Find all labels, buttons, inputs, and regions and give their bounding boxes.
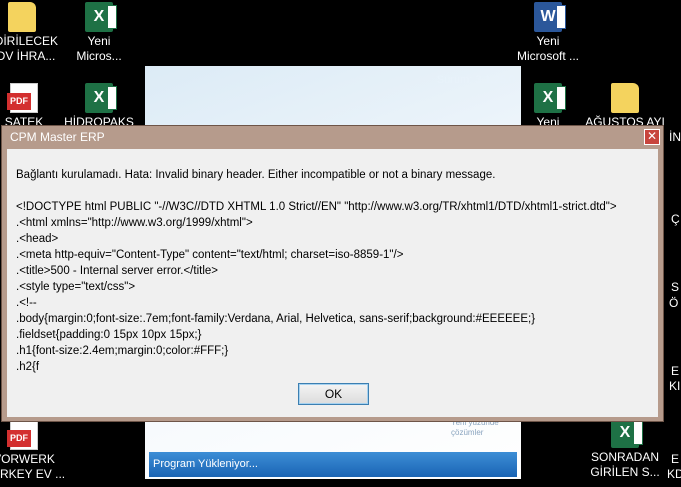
splash-version: Sürüm: 3.1.25.0 — [436, 74, 515, 86]
edge-label: KI — [669, 379, 681, 393]
edge-label: S — [671, 280, 680, 294]
pdf-icon: PDF — [7, 420, 38, 450]
desktop-icon-label: Yeni Micros... — [76, 34, 122, 63]
desktop-icon-ndirilecek[interactable]: NDİRİLECEK KDV İHRA... — [0, 2, 62, 64]
desktop-icon-agustos-ayi[interactable]: AĞUSTOS AYI — [585, 83, 665, 130]
word-icon: W — [534, 2, 566, 32]
excel-icon: X — [611, 418, 643, 448]
close-icon: ✕ — [646, 129, 658, 143]
ok-button[interactable]: OK — [298, 383, 369, 405]
excel-icon: X — [534, 83, 566, 113]
error-dialog: CPM Master ERP ✕ Bağlantı kurulamadı. Ha… — [1, 125, 664, 422]
desktop-icon-yeni-excel[interactable]: X Yeni Micros... — [59, 2, 139, 64]
edge-label: Ç — [671, 212, 680, 226]
desktop-icon-sonradan[interactable]: X SONRADAN GİRİLEN S... — [585, 418, 665, 480]
dialog-titlebar[interactable]: CPM Master ERP ✕ — [2, 126, 663, 148]
excel-icon: X — [85, 83, 117, 113]
folder-icon — [611, 83, 639, 113]
excel-icon: X — [85, 2, 117, 32]
desktop-icon-vorwerk[interactable]: PDF VORWERK TÜRKEY EV ... — [0, 420, 64, 482]
desktop-icon-satek[interactable]: PDF SATEK — [0, 83, 64, 130]
desktop-icon-yeni-word[interactable]: W Yeni Microsoft ... — [508, 2, 588, 64]
dialog-title: CPM Master ERP — [10, 130, 105, 144]
pdf-icon: PDF — [7, 83, 38, 113]
edge-label: E — [671, 364, 680, 378]
error-message: Bağlantı kurulamadı. Hata: Invalid binar… — [16, 169, 617, 373]
desktop-icon-label: NDİRİLECEK KDV İHRA... — [0, 34, 59, 63]
edge-label: İN — [669, 130, 681, 144]
edge-label: Ö — [669, 296, 679, 310]
desktop-icon-hidropaks[interactable]: X HİDROPAKS — [59, 83, 139, 130]
desktop-icon-label: SONRADAN GİRİLEN S... — [590, 450, 660, 479]
loading-status-bar: Program Yükleniyor... — [149, 452, 517, 477]
desktop-icon-label: VORWERK TÜRKEY EV ... — [0, 452, 64, 481]
desktop-icon-label: Yeni Microsoft ... — [516, 34, 579, 63]
folder-icon — [8, 2, 36, 32]
dialog-body: Bağlantı kurulamadı. Hata: Invalid binar… — [7, 149, 658, 417]
edge-label: E — [671, 452, 680, 466]
close-button[interactable]: ✕ — [644, 129, 660, 145]
edge-label: KD — [667, 467, 681, 481]
